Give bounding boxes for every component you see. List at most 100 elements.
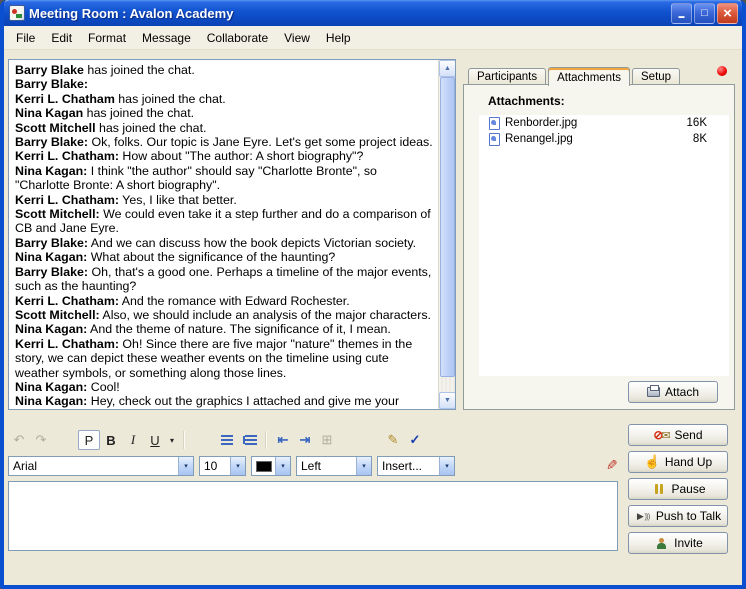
scroll-up-icon[interactable]: ▲: [439, 60, 456, 77]
send-button[interactable]: Send: [628, 424, 728, 446]
underline-glyph: U: [150, 433, 159, 448]
attachments-list[interactable]: Renborder.jpg 16K Renangel.jpg 8K: [479, 115, 729, 376]
chat-author: Nina Kagan:: [15, 394, 87, 408]
action-icon: [650, 482, 667, 496]
chat-text: Ok, folks. Our topic is Jane Eyre. Let's…: [88, 135, 433, 149]
chat-message: Nina Kagan: I think "the author" should …: [15, 164, 434, 193]
action-label: Hand Up: [665, 455, 712, 469]
push-to-talk-button[interactable]: Push to Talk: [628, 505, 728, 527]
scroll-down-icon[interactable]: ▼: [439, 392, 456, 409]
chat-text: Yes, I like that better.: [119, 193, 237, 207]
font-family-select[interactable]: Arial ▾: [8, 456, 194, 476]
chat-message: Kerri L. Chatham: And the romance with E…: [15, 294, 434, 308]
signature-pen-icon[interactable]: ✎: [382, 430, 404, 450]
close-icon: ×: [723, 5, 732, 22]
attach-button-label: Attach: [665, 385, 699, 399]
chat-author: Nina Kagan: [15, 106, 83, 120]
chat-text: And the romance with Edward Rochester.: [119, 294, 350, 308]
bullet-list-icon[interactable]: [238, 430, 260, 450]
client-area: Barry Blake has joined the chat. Barry B…: [4, 50, 742, 584]
maximize-button[interactable]: □: [694, 3, 715, 24]
spellcheck-icon[interactable]: ✓: [404, 430, 426, 450]
redo-icon[interactable]: ↷: [30, 430, 52, 450]
font-color-select[interactable]: ▾: [251, 456, 291, 476]
minimize-button[interactable]: ▬: [671, 3, 692, 24]
chat-log[interactable]: Barry Blake has joined the chat. Barry B…: [8, 59, 456, 410]
chat-message: Nina Kagan has joined the chat.: [15, 106, 434, 120]
dropdown-arrow-icon: ▾: [275, 457, 290, 475]
attachment-item[interactable]: Renborder.jpg 16K: [479, 115, 729, 131]
invite-button[interactable]: Invite: [628, 532, 728, 554]
undo-icon[interactable]: ↶: [8, 430, 30, 450]
tab-participants[interactable]: Participants: [468, 68, 546, 85]
chat-author: Nina Kagan:: [15, 250, 87, 264]
chat-message: Barry Blake: And we can discuss how the …: [15, 236, 434, 250]
tab-attachments[interactable]: Attachments: [548, 67, 630, 86]
chat-author: Kerri L. Chatham:: [15, 193, 119, 207]
italic-button[interactable]: I: [122, 430, 144, 450]
action-button-column: Send Hand Up Pause Push to Talk: [628, 424, 728, 559]
message-input[interactable]: [8, 481, 618, 551]
color-swatch: [256, 461, 272, 472]
file-icon: [489, 117, 500, 130]
close-button[interactable]: ×: [717, 3, 738, 24]
redo-glyph: ↷: [36, 432, 47, 448]
chat-text: Also, we should include an analysis of t…: [100, 308, 431, 322]
tab-label: Setup: [641, 71, 671, 83]
attach-icon: [647, 387, 660, 397]
attachment-item[interactable]: Renangel.jpg 8K: [479, 131, 729, 147]
spellcheck-glyph: ✓: [410, 432, 421, 448]
insert-object-icon[interactable]: ⊞: [316, 430, 338, 450]
chat-message: Kerri L. Chatham has joined the chat.: [15, 92, 434, 106]
chat-messages: Barry Blake has joined the chat. Barry B…: [9, 60, 438, 409]
handwriting-pen-icon[interactable]: ✎: [606, 457, 618, 474]
attachments-panel: Attachments: Renborder.jpg 16K Renangel.…: [463, 84, 735, 410]
underline-menu-glyph: ▾: [170, 436, 174, 445]
menu-item[interactable]: Edit: [43, 28, 80, 48]
menu-item[interactable]: File: [8, 28, 43, 48]
chat-text: And the theme of nature. The significanc…: [87, 322, 391, 336]
alignment-select[interactable]: Left ▾: [296, 456, 372, 476]
underline-options-arrow-icon[interactable]: ▾: [166, 430, 178, 450]
underline-button[interactable]: U: [144, 430, 166, 450]
signature-glyph: ✎: [388, 432, 399, 448]
font-size-value: 10: [200, 459, 230, 473]
chat-message: Scott Mitchell: Also, we should include …: [15, 308, 434, 322]
chat-text: How about "The author: A short biography…: [119, 149, 363, 163]
title-bar[interactable]: Meeting Room : Avalon Academy ▬ □ ×: [4, 0, 742, 26]
window-icon: [9, 5, 25, 21]
plain-style-button[interactable]: P: [78, 430, 100, 450]
hand-up-button[interactable]: Hand Up: [628, 451, 728, 473]
chat-text: has joined the chat.: [83, 106, 194, 120]
action-icon: [635, 509, 652, 523]
outdent-glyph: ⇤: [278, 432, 289, 448]
chat-author: Kerri L. Chatham:: [15, 337, 119, 351]
menu-item[interactable]: Format: [80, 28, 134, 48]
bullet-list-glyph: [245, 435, 257, 445]
scrollbar-thumb[interactable]: [440, 77, 455, 377]
decrease-indent-icon[interactable]: ⇤: [272, 430, 294, 450]
chat-author: Barry Blake:: [15, 135, 88, 149]
file-size: 8K: [693, 133, 707, 145]
font-size-select[interactable]: 10 ▾: [199, 456, 246, 476]
menu-item[interactable]: Message: [134, 28, 199, 48]
pause-button[interactable]: Pause: [628, 478, 728, 500]
tab-setup[interactable]: Setup: [632, 68, 680, 85]
numbered-list-icon[interactable]: [216, 430, 238, 450]
chat-message: Nina Kagan: Hey, check out the graphics …: [15, 394, 434, 409]
chat-author: Barry Blake:: [15, 77, 88, 91]
chat-scrollbar[interactable]: ▲ ▼: [438, 60, 455, 409]
menu-bar: File Edit Format Message Collaborate Vie…: [4, 26, 742, 50]
menu-item[interactable]: View: [276, 28, 318, 48]
status-indicator-dot: [717, 66, 727, 76]
action-label: Pause: [671, 482, 705, 496]
window-title: Meeting Room : Avalon Academy: [29, 6, 671, 21]
file-icon: [489, 133, 500, 146]
bold-button[interactable]: B: [100, 430, 122, 450]
insert-select[interactable]: Insert... ▾: [377, 456, 455, 476]
menu-item[interactable]: Collaborate: [199, 28, 276, 48]
increase-indent-icon[interactable]: ⇥: [294, 430, 316, 450]
menu-item[interactable]: Help: [318, 28, 359, 48]
chat-author: Scott Mitchell:: [15, 207, 100, 221]
attach-button[interactable]: Attach: [628, 381, 718, 403]
